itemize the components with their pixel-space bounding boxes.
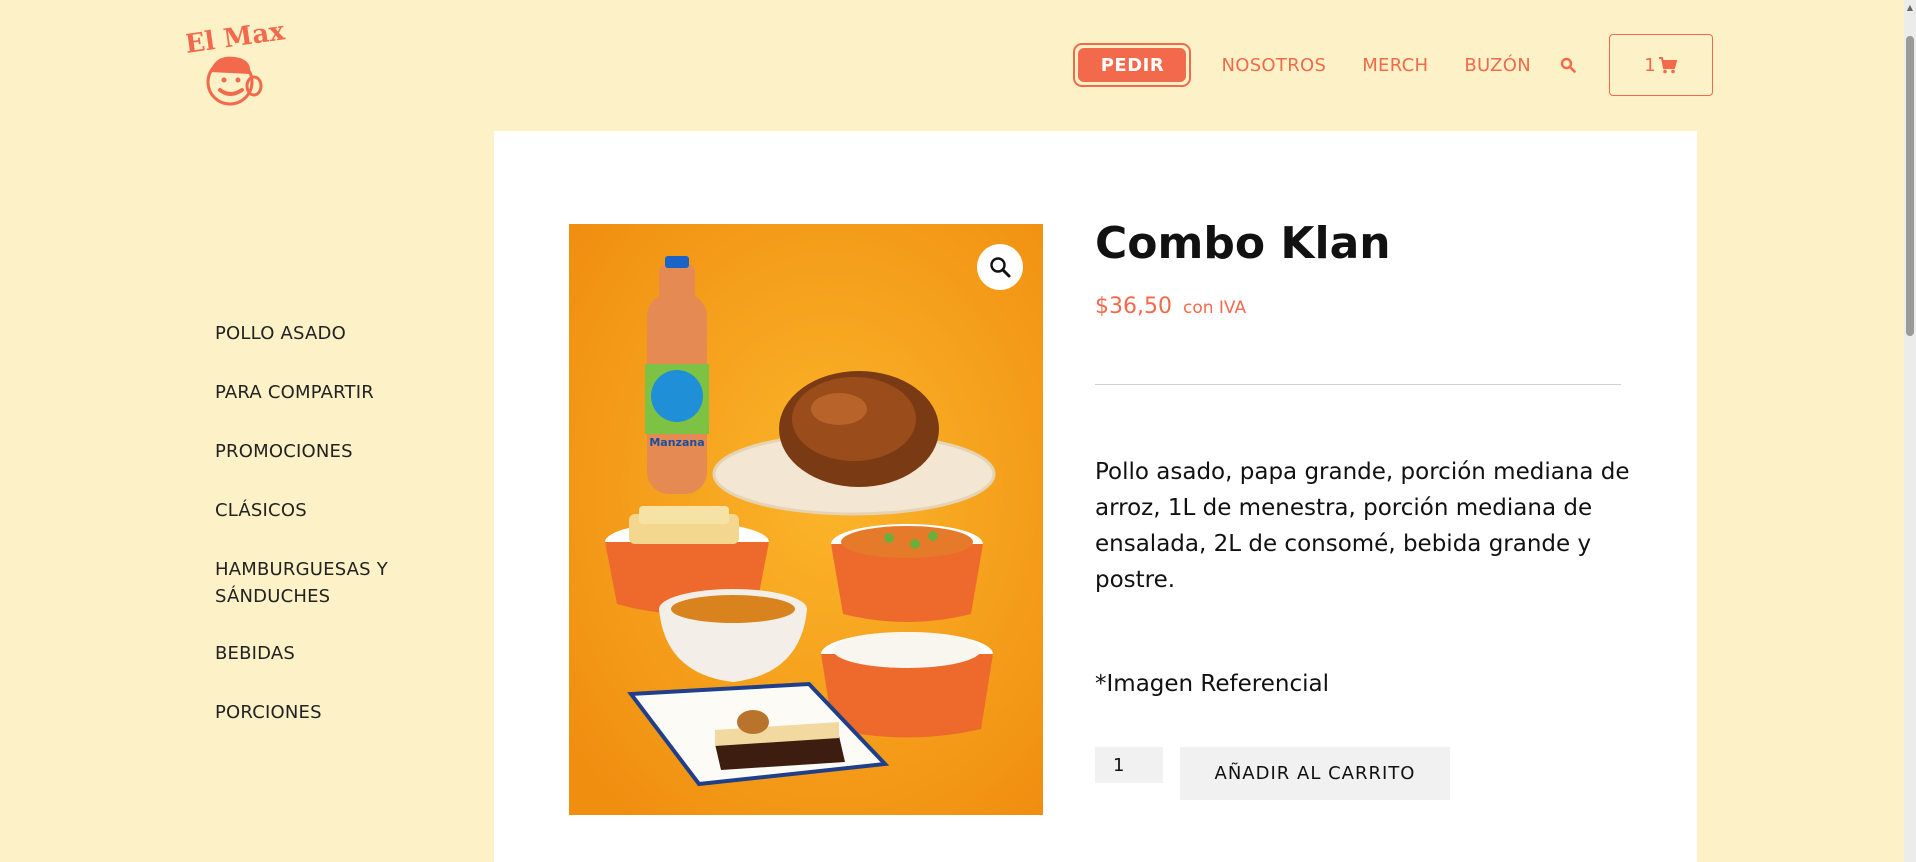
search-icon[interactable] — [1557, 54, 1579, 76]
sidebar-item-promociones[interactable]: PROMOCIONES — [215, 438, 455, 465]
nav-link-nosotros[interactable]: NOSOTROS — [1221, 55, 1326, 76]
sidebar-item-clasicos[interactable]: CLÁSICOS — [215, 497, 455, 524]
product-description: Pollo asado, papa grande, porción median… — [1095, 459, 1630, 593]
price-tax-label: con IVA — [1182, 298, 1247, 318]
add-to-cart-button[interactable]: AÑADIR AL CARRITO — [1180, 747, 1450, 800]
sidebar-item-hamburguesas[interactable]: HAMBURGUESAS Y SÁNDUCHES — [215, 556, 405, 610]
main-nav: PEDIR NOSOTROS MERCH BUZÓN 1 — [1073, 34, 1713, 96]
zoom-icon — [990, 257, 1011, 278]
nav-link-buzon[interactable]: BUZÓN — [1464, 55, 1531, 76]
divider — [1095, 384, 1621, 385]
sidebar-item-para-compartir[interactable]: PARA COMPARTIR — [215, 379, 455, 406]
scroll-up-icon[interactable]: ▲ — [1906, 4, 1914, 12]
nav-link-merch[interactable]: MERCH — [1362, 55, 1428, 76]
product-title: Combo Klan — [1095, 218, 1391, 269]
product-card: Manzana Combo Klan $36,50 con IVA Pollo … — [494, 131, 1697, 862]
pedir-button[interactable]: PEDIR — [1073, 43, 1192, 87]
svg-text:Manzana: Manzana — [649, 436, 704, 449]
price-amount: $36,50 — [1095, 294, 1172, 319]
cart-icon — [1658, 57, 1678, 74]
cart-count: 1 — [1644, 54, 1656, 76]
sidebar-item-porciones[interactable]: PORCIONES — [215, 699, 455, 726]
pedir-button-label: PEDIR — [1078, 48, 1187, 82]
sidebar-item-bebidas[interactable]: BEBIDAS — [215, 640, 455, 667]
page-scrollbar[interactable]: ▲ — [1904, 0, 1916, 862]
category-sidebar: POLLO ASADO PARA COMPARTIR PROMOCIONES C… — [215, 320, 455, 758]
product-price: $36,50 con IVA — [1095, 294, 1246, 319]
brand-logo[interactable]: El Max — [183, 16, 287, 116]
svg-text:El Max: El Max — [186, 16, 286, 60]
quantity-input[interactable] — [1095, 747, 1163, 783]
scrollbar-thumb[interactable] — [1906, 36, 1914, 336]
product-image[interactable]: Manzana — [569, 224, 1043, 815]
zoom-button[interactable] — [977, 244, 1023, 290]
sidebar-item-pollo-asado[interactable]: POLLO ASADO — [215, 320, 455, 347]
cart-button[interactable]: 1 — [1609, 34, 1713, 96]
product-note: *Imagen Referencial — [1095, 671, 1329, 697]
